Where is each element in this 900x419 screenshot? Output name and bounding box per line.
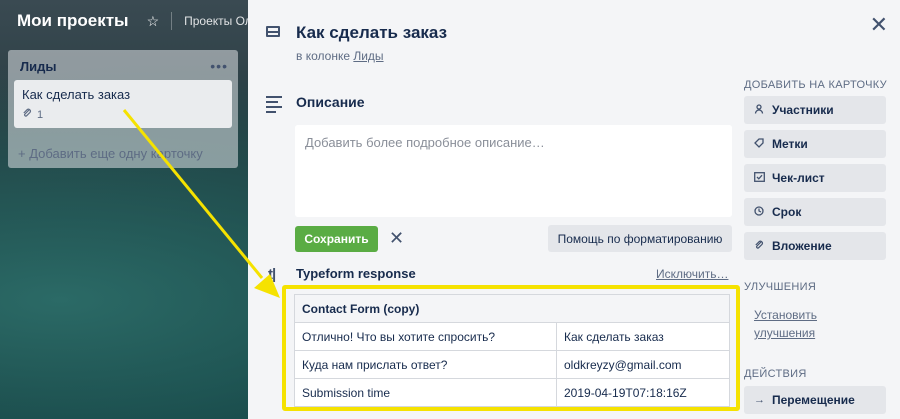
table-row: Submission time 2019-04-19T07:18:16Z xyxy=(294,378,730,407)
list-card[interactable]: Как сделать заказ 1 xyxy=(14,80,232,128)
table-row: Куда нам прислать ответ? oldkreyzy@gmail… xyxy=(294,350,730,379)
save-button[interactable]: Сохранить xyxy=(295,226,378,252)
formatting-help-button[interactable]: Помощь по форматированию xyxy=(548,225,732,252)
star-icon[interactable]: ☆ xyxy=(147,13,160,30)
attachment-badge: 1 xyxy=(22,108,224,121)
members-label: Участники xyxy=(772,103,834,117)
checklist-button[interactable]: Чек-лист xyxy=(744,164,886,192)
install-improvements-link[interactable]: Установить улучшения xyxy=(754,306,874,342)
actions-heading: ДЕЙСТВИЯ xyxy=(744,368,807,380)
paperclip-icon xyxy=(22,108,32,121)
form-name: Contact Form (copy) xyxy=(294,294,730,323)
arrow-right-icon: → xyxy=(754,394,765,406)
in-list-prefix: в колонке xyxy=(296,49,350,63)
list-leads: Лиды ••• Как сделать заказ 1 + Добавить … xyxy=(8,50,238,168)
board-title[interactable]: Мои проекты xyxy=(17,11,129,31)
labels-label: Метки xyxy=(772,137,808,151)
table-row: Отлично! Что вы хотите спросить? Как сде… xyxy=(294,322,730,351)
checklist-label: Чек-лист xyxy=(772,171,825,185)
card-icon xyxy=(266,26,280,37)
add-card-button[interactable]: + Добавить еще одну карточку xyxy=(18,146,203,161)
labels-button[interactable]: Метки xyxy=(744,130,886,158)
typeform-table: Contact Form (copy) Отлично! Что вы хоти… xyxy=(294,294,730,407)
list-link[interactable]: Лиды xyxy=(353,49,383,63)
list-title[interactable]: Лиды xyxy=(20,59,56,74)
add-to-card-heading: ДОБАВИТЬ НА КАРТОЧКУ xyxy=(744,79,887,91)
attachment-label: Вложение xyxy=(772,239,832,253)
typeform-title: Typeform response xyxy=(296,266,416,281)
attachment-count: 1 xyxy=(37,108,44,121)
due-date-label: Срок xyxy=(772,205,802,219)
improvements-heading: УЛУЧШЕНИЯ xyxy=(744,281,817,293)
typeform-icon: t| xyxy=(268,266,276,283)
question-cell: Отлично! Что вы хотите спросить? xyxy=(294,322,557,351)
attachment-button[interactable]: Вложение xyxy=(744,232,886,260)
move-button[interactable]: → Перемещение xyxy=(744,386,886,414)
move-label: Перемещение xyxy=(772,393,855,407)
in-list-line: в колонке Лиды xyxy=(296,49,384,63)
question-cell: Submission time xyxy=(294,378,557,407)
description-title: Описание xyxy=(296,94,365,110)
card-title: Как сделать заказ xyxy=(22,87,131,102)
question-cell: Куда нам прислать ответ? xyxy=(294,350,557,379)
header-divider xyxy=(171,12,173,30)
members-button[interactable]: Участники xyxy=(744,96,886,124)
tag-icon xyxy=(754,137,764,151)
paperclip-icon xyxy=(754,240,764,253)
table-header-row: Contact Form (copy) xyxy=(294,294,730,323)
cancel-icon[interactable]: ✕ xyxy=(389,229,404,247)
description-icon xyxy=(266,96,282,116)
answer-cell: oldkreyzy@gmail.com xyxy=(556,350,730,379)
card-title-heading[interactable]: Как сделать заказ xyxy=(296,23,447,43)
board-header: Мои проекты ☆ Проекты Оля xyxy=(0,0,260,42)
person-icon xyxy=(754,103,764,117)
answer-cell: 2019-04-19T07:18:16Z xyxy=(556,378,730,407)
list-header: Лиды ••• xyxy=(8,50,238,74)
clock-icon xyxy=(754,205,764,219)
answer-cell: Как сделать заказ xyxy=(556,322,730,351)
close-icon[interactable]: ✕ xyxy=(870,14,888,36)
checklist-icon xyxy=(754,171,765,185)
description-input[interactable] xyxy=(295,125,732,217)
due-date-button[interactable]: Срок xyxy=(744,198,886,226)
card-modal: ✕ Как сделать заказ в колонке Лиды Описа… xyxy=(248,0,900,419)
list-menu-icon[interactable]: ••• xyxy=(210,58,228,74)
exclude-link[interactable]: Исключить… xyxy=(656,267,728,281)
